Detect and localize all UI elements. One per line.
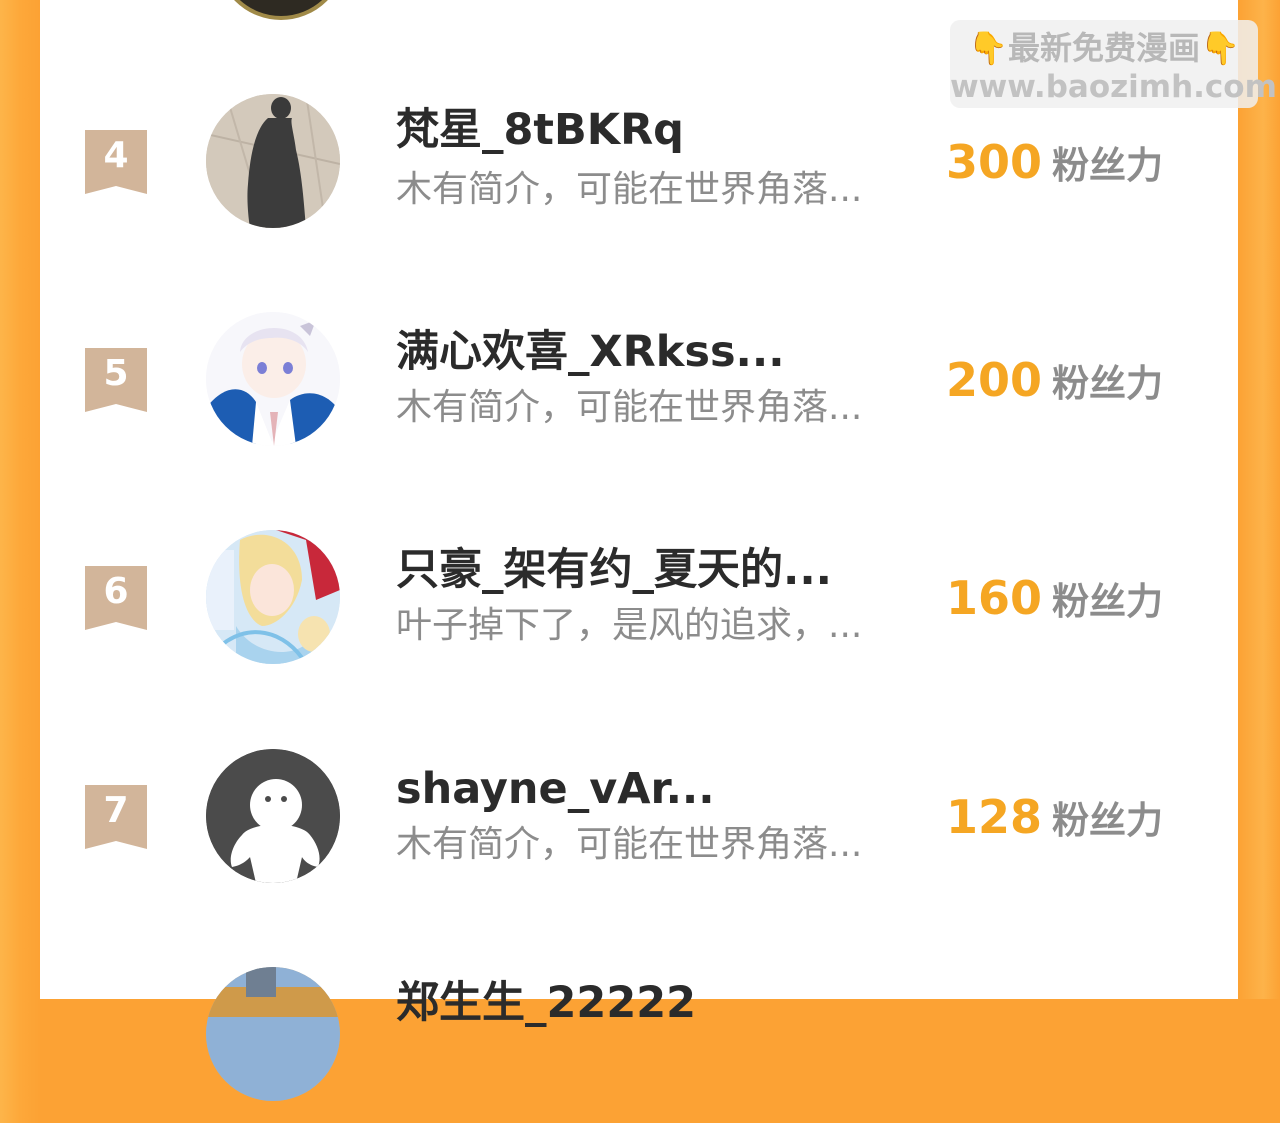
fan-score: 128 粉丝力 [946,789,1163,856]
rank-badge: 4 [85,130,147,194]
fan-score-unit: 粉丝力 [1052,799,1164,842]
rank-badge: 6 [85,566,147,630]
avatar-partial-top[interactable] [216,0,346,20]
fan-score: 160 粉丝力 [946,570,1163,637]
watermark-title-text: 最新免费漫画 [1007,29,1200,67]
rank-number: 7 [103,790,129,831]
page-frame-right [1238,0,1280,999]
user-bio: 木有简介，可能在世界角落... [396,824,863,865]
rank-badge: 7 [85,785,147,849]
pointing-down-icon: 👇 [968,29,1008,67]
user-name[interactable]: 只豪_架有约_夏天的... [396,544,832,596]
ranking-row[interactable]: 4 梵星_8tBKRq 木有简介，可能在世界角落... 300 粉丝力 [40,90,1238,250]
user-bio: 木有简介，可能在世界角落... [396,169,863,210]
fan-score-unit: 粉丝力 [1052,580,1164,623]
rank-badge: 5 [85,348,147,412]
watermark-title: 👇最新免费漫画👇 [950,28,1258,68]
pointing-down-icon: 👇 [1200,29,1240,67]
ranking-row[interactable]: 6 只豪_架有约_夏天的... 叶子掉下了，是风的追求，... 160 粉丝力 [40,526,1238,686]
default-user-avatar[interactable] [206,749,340,883]
fan-score: 200 粉丝力 [946,352,1163,419]
shadow-photo-avatar[interactable] [206,94,340,228]
fan-score-value: 128 [946,790,1043,844]
anime-boy-avatar[interactable] [206,312,340,446]
fan-score-value: 160 [946,571,1043,625]
ranking-row[interactable]: 7 shayne_vAr... 木有简介，可能在世界角落... 128 粉丝力 [40,745,1238,905]
rank-number: 5 [103,353,129,394]
rank-number: 6 [103,571,129,612]
ranking-row[interactable]: 郑生生_22222 [40,963,1238,1123]
user-bio: 木有简介，可能在世界角落... [396,387,863,428]
user-name[interactable]: 满心欢喜_XRkss... [396,326,785,378]
fan-ranking-list: 4 梵星_8tBKRq 木有简介，可能在世界角落... 300 粉丝力 5 满心… [40,0,1238,1101]
fan-score-value: 200 [946,353,1043,407]
fan-score-unit: 粉丝力 [1052,362,1164,405]
comic-cover-avatar[interactable] [206,530,340,664]
photo-avatar[interactable] [206,967,340,1101]
ranking-row[interactable]: 5 满心欢喜_XRkss... 木有简介，可能在世界角落... 200 粉丝力 [40,308,1238,468]
fan-score-value: 300 [946,135,1043,189]
user-name[interactable]: shayne_vAr... [396,763,715,815]
rank-number: 4 [103,135,129,176]
fan-score: 300 粉丝力 [946,134,1163,201]
site-watermark: 👇最新免费漫画👇 www.baozimh.com [950,20,1277,108]
user-name[interactable]: 梵星_8tBKRq [396,104,684,156]
user-bio: 叶子掉下了，是风的追求，... [396,605,863,646]
user-name[interactable]: 郑生生_22222 [396,977,696,1029]
fan-score-unit: 粉丝力 [1052,144,1164,187]
watermark-url: www.baozimh.com [950,69,1277,105]
